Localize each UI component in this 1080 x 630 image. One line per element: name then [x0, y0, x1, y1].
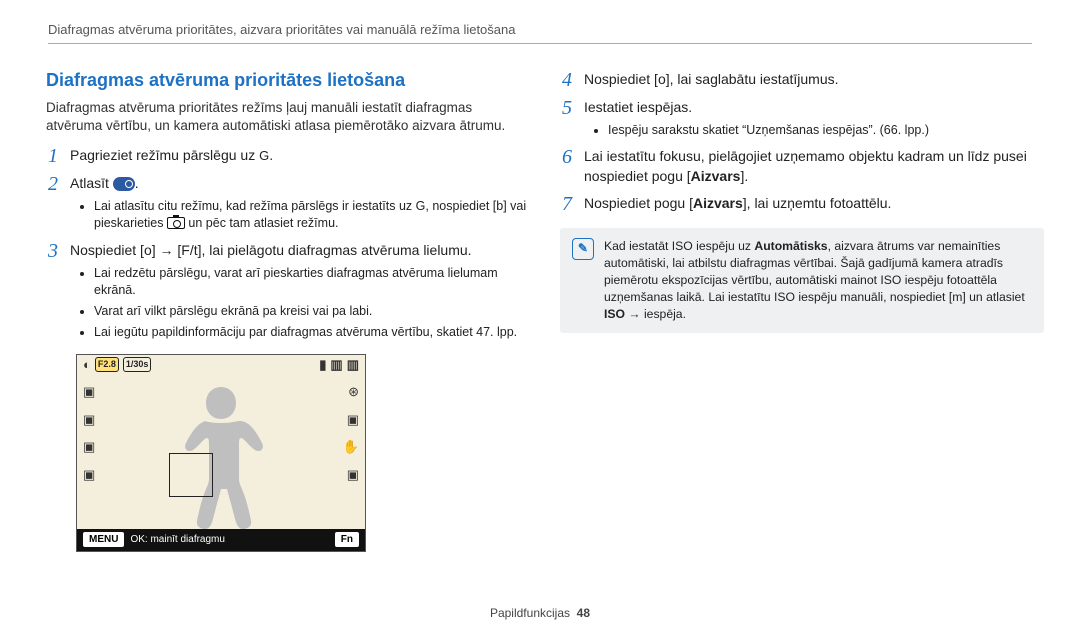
sub-bullet: Lai redzētu pārslēgu, varat arī pieskart… — [94, 265, 530, 300]
step-text: Atlasīt — [70, 175, 113, 191]
mode-dial-glyph: G — [259, 148, 269, 163]
section-heading: Diafragmas atvēruma prioritātes lietošan… — [46, 68, 530, 93]
ois-icon: ✋ — [343, 438, 359, 456]
flash-mode-icon: ⊛ — [343, 383, 359, 401]
step-2-sub: Lai atlasītu citu režīmu, kad režīma pār… — [80, 198, 530, 233]
note-text: ] un atlasiet — [962, 290, 1024, 304]
timer-icon: ▣ — [83, 438, 95, 456]
af-box — [169, 453, 213, 497]
step-number: 7 — [560, 194, 574, 214]
note-text: → iespēja. — [625, 307, 686, 321]
step-text: Nospiediet [ — [584, 71, 658, 87]
note-icon: ✎ — [572, 238, 594, 260]
mode-pill-icon — [113, 177, 135, 191]
mode-icon: ◐ — [83, 356, 91, 374]
step-text: Pagrieziet režīmu pārslēgu uz — [70, 147, 259, 163]
step-7: 7 Nospiediet pogu [Aizvars], lai uzņemtu… — [560, 194, 1044, 214]
step-body: Iestatiet iespējas. — [584, 98, 1044, 117]
step-5-sub: Iespēju sarakstu skatiet “Uzņemšanas ies… — [594, 122, 1044, 139]
shutter-bold: Aizvars — [691, 168, 741, 184]
step-body: Nospiediet [o] → [F/t], lai pielāgotu di… — [70, 241, 530, 260]
right-column: 4 Nospiediet [o], lai saglabātu iestatīj… — [550, 62, 1044, 552]
step-number: 3 — [46, 241, 60, 261]
ok-glyph: o — [658, 71, 666, 87]
signal-icon: ▥ — [330, 356, 342, 374]
card-icon: ▮ — [319, 356, 326, 374]
step-text: Nospiediet pogu [ — [584, 195, 693, 211]
sub-bullet: Varat arī vilkt pārslēgu ekrānā pa kreis… — [94, 303, 530, 320]
shutter-bold: Aizvars — [693, 195, 743, 211]
step-text: ], lai saglabātu iestatījumus. — [666, 71, 839, 87]
menu-glyph: m — [952, 290, 962, 304]
sub-text: un pēc tam atlasiet režīmu. — [185, 216, 339, 230]
glyph: G — [416, 199, 426, 213]
af-mode-icon: ▣ — [343, 411, 359, 429]
step-body: Pagrieziet režīmu pārslēgu uz G. — [70, 146, 530, 165]
note-bold: ISO — [604, 307, 625, 321]
step-number: 6 — [560, 147, 574, 167]
step-body: Nospiediet pogu [Aizvars], lai uzņemtu f… — [584, 194, 1044, 213]
step-text: ] → [ — [152, 242, 182, 258]
sub-text: , nospiediet [ — [425, 199, 496, 213]
step-number: 2 — [46, 174, 60, 194]
flash-icon: ▣ — [83, 411, 95, 429]
content-columns: Diafragmas atvēruma prioritātes lietošan… — [0, 62, 1080, 552]
battery-icon: ▥ — [347, 356, 359, 374]
camera-lcd-illustration: ◐ F2.8 1/30s ▮ ▥ ▥ ▣ ▣ ▣ ▣ ⊛ ▣ ✋ ▣ — [76, 354, 366, 552]
step-body: Atlasīt . — [70, 174, 530, 193]
header-divider — [48, 43, 1032, 44]
sub-bullet: Iespēju sarakstu skatiet “Uzņemšanas ies… — [608, 122, 1044, 139]
note-text: Kad iestatāt ISO iespēju uz — [604, 239, 754, 253]
step-number: 4 — [560, 70, 574, 90]
step-5: 5 Iestatiet iespējas. — [560, 98, 1044, 118]
step-text: ], lai pielāgotu diafragmas atvēruma lie… — [198, 242, 472, 258]
left-column: Diafragmas atvēruma prioritātes lietošan… — [36, 62, 530, 552]
lcd-bottom-bar: MENU OK: mainīt diafragmu Fn — [77, 529, 365, 551]
ok-glyph: o — [144, 242, 152, 258]
footer-page: 48 — [577, 606, 590, 620]
note-bold: Automātisks — [754, 239, 827, 253]
step-body: Nospiediet [o], lai saglabātu iestatījum… — [584, 70, 1044, 89]
section-intro: Diafragmas atvēruma prioritātes režīms ļ… — [46, 99, 530, 136]
step-text: Nospiediet [ — [70, 242, 144, 258]
step-2: 2 Atlasīt . — [46, 174, 530, 194]
step-number: 1 — [46, 146, 60, 166]
header-breadcrumb: Diafragmas atvēruma prioritātes, aizvara… — [0, 0, 1080, 43]
menu-button[interactable]: MENU — [83, 532, 124, 548]
sub-bullet: Lai atlasītu citu režīmu, kad režīma pār… — [94, 198, 530, 233]
drive-icon: ▣ — [343, 466, 359, 484]
footer-section: Papildfunkcijas — [490, 606, 570, 620]
lcd-right-icons: ⊛ ▣ ✋ ▣ — [343, 383, 359, 485]
ft-glyph: F/t — [181, 242, 197, 258]
step-6: 6 Lai iestatītu fokusu, pielāgojiet uzņe… — [560, 147, 1044, 186]
info-note: ✎ Kad iestatāt ISO iespēju uz Automātisk… — [560, 228, 1044, 333]
step-text: . — [135, 175, 139, 191]
page-footer: Papildfunkcijas 48 — [0, 606, 1080, 620]
sub-text: Lai atlasītu citu režīmu, kad režīma pār… — [94, 199, 416, 213]
note-body: Kad iestatāt ISO iespēju uz Automātisks,… — [604, 238, 1032, 323]
off-icon: ▣ — [83, 466, 95, 484]
step-4: 4 Nospiediet [o], lai saglabātu iestatīj… — [560, 70, 1044, 90]
ok-hint: OK: mainīt diafragmu — [130, 533, 224, 547]
fn-button[interactable]: Fn — [335, 532, 359, 548]
step-text: Lai iestatītu fokusu, pielāgojiet uzņema… — [584, 148, 1027, 183]
step-body: Lai iestatītu fokusu, pielāgojiet uzņema… — [584, 147, 1044, 186]
step-text: ]. — [740, 168, 748, 184]
lcd-top-bar: ◐ F2.8 1/30s ▮ ▥ ▥ — [77, 355, 365, 375]
step-text: ], lai uzņemtu fotoattēlu. — [743, 195, 892, 211]
step-1: 1 Pagrieziet režīmu pārslēgu uz G. — [46, 146, 530, 166]
step-3-sub: Lai redzētu pārslēgu, varat arī pieskart… — [80, 265, 530, 342]
aperture-indicator: F2.8 — [95, 357, 119, 371]
step-3: 3 Nospiediet [o] → [F/t], lai pielāgotu … — [46, 241, 530, 261]
sub-bullet: Lai iegūtu papildinformāciju par diafrag… — [94, 324, 530, 341]
camera-icon: ▣ — [83, 383, 95, 401]
shutter-indicator: 1/30s — [123, 357, 152, 371]
lcd-left-icons: ▣ ▣ ▣ ▣ — [83, 383, 95, 485]
step-text: . — [269, 147, 273, 163]
step-number: 5 — [560, 98, 574, 118]
camera-icon — [167, 217, 185, 229]
